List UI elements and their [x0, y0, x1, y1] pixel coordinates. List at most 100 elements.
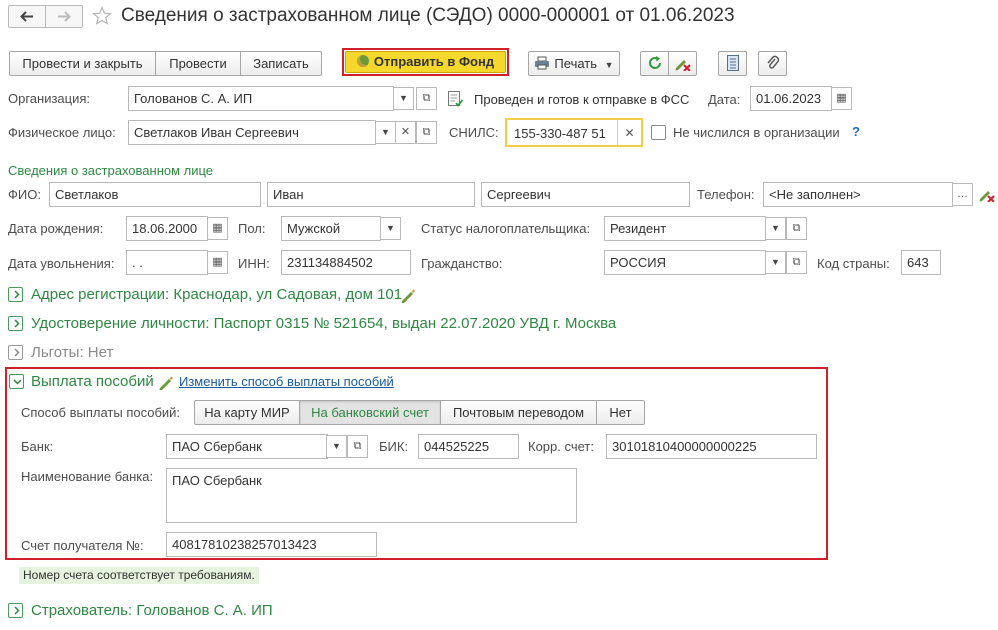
- birth-date-calendar-button[interactable]: ▦: [207, 217, 228, 240]
- bank-name-field[interactable]: ПАО Сбербанк: [166, 468, 577, 523]
- open-window-icon: ⧉: [792, 222, 801, 234]
- list-icon: [726, 55, 739, 71]
- citizenship-field[interactable]: РОССИЯ: [604, 250, 766, 275]
- chevron-right-icon: [14, 348, 20, 357]
- favorite-button[interactable]: [91, 5, 113, 29]
- payment-edit-button[interactable]: [158, 374, 174, 393]
- bik-field[interactable]: 044525225: [418, 434, 519, 459]
- pencil-icon: [159, 376, 173, 390]
- birth-date-label: Дата рождения:: [8, 221, 104, 236]
- gender-label: Пол:: [238, 221, 266, 236]
- document-status-icon: [448, 91, 464, 110]
- date-calendar-button[interactable]: ▦: [831, 87, 852, 110]
- back-button[interactable]: [9, 6, 46, 27]
- payment-method-bank-account[interactable]: На банковский счет: [299, 400, 441, 425]
- middle-name-field[interactable]: Сергеевич: [481, 182, 690, 207]
- send-to-fund-button[interactable]: Отправить в Фонд: [345, 51, 506, 73]
- person-clear-button[interactable]: ✕: [395, 121, 416, 144]
- corr-account-field[interactable]: 30101810400000000225: [606, 434, 817, 459]
- benefits-section-title[interactable]: Льготы: Нет: [31, 344, 113, 362]
- payment-method-mir-card[interactable]: На карту МИР: [194, 400, 300, 425]
- chevron-down-icon: ▼: [771, 223, 780, 233]
- snils-clear-icon[interactable]: ✕: [617, 120, 641, 145]
- refresh-button[interactable]: [640, 51, 669, 76]
- fio-label: ФИО:: [8, 187, 41, 202]
- payment-collapse-button[interactable]: [9, 374, 24, 389]
- pencil-cross-icon: [979, 191, 995, 203]
- bank-field[interactable]: ПАО Сбербанк: [166, 434, 328, 459]
- post-and-close-button[interactable]: Провести и закрыть: [9, 51, 156, 76]
- first-name-field[interactable]: Иван: [267, 182, 475, 207]
- bik-label: БИК:: [379, 439, 409, 454]
- country-code-label: Код страны:: [817, 256, 890, 271]
- clear-registrations-button[interactable]: [668, 51, 697, 76]
- print-label: Печать: [554, 56, 598, 71]
- bank-dropdown-button[interactable]: ▼: [326, 435, 347, 458]
- citizenship-open-button[interactable]: ⧉: [786, 251, 807, 274]
- snils-label: СНИЛС:: [449, 125, 499, 140]
- change-payment-method-link[interactable]: Изменить способ выплаты пособий: [179, 374, 394, 389]
- save-button[interactable]: Записать: [240, 51, 322, 76]
- payment-method-none[interactable]: Нет: [596, 400, 645, 425]
- bank-open-button[interactable]: ⧉: [347, 435, 368, 458]
- inn-field[interactable]: 231134884502: [281, 250, 411, 275]
- bank-name-label: Наименование банка:: [21, 469, 154, 484]
- post-button[interactable]: Провести: [155, 51, 241, 76]
- attach-button[interactable]: [758, 51, 787, 76]
- chevron-down-icon: ▼: [381, 127, 390, 137]
- star-icon: [91, 5, 113, 25]
- snils-value: 155-330-487 51: [514, 126, 606, 141]
- calendar-icon: ▦: [836, 92, 847, 104]
- paperclip-icon: [766, 55, 779, 69]
- organization-open-button[interactable]: ⧉: [416, 87, 437, 110]
- list-button[interactable]: [718, 51, 747, 76]
- phone-select-button[interactable]: …: [952, 183, 973, 206]
- help-icon[interactable]: ?: [852, 124, 860, 140]
- insurer-expand-button[interactable]: [8, 603, 23, 618]
- person-open-button[interactable]: ⧉: [416, 121, 437, 144]
- gender-field[interactable]: Мужской: [281, 216, 381, 241]
- organization-label: Организация:: [8, 91, 91, 106]
- dismissal-date-calendar-button[interactable]: ▦: [207, 251, 228, 274]
- payment-highlight-frame: [5, 367, 828, 560]
- chevron-right-icon: [14, 319, 20, 328]
- person-label: Физическое лицо:: [8, 125, 116, 140]
- benefits-expand-button[interactable]: [8, 345, 23, 360]
- chevron-right-icon: [14, 606, 20, 615]
- tax-status-field[interactable]: Резидент: [604, 216, 766, 241]
- address-edit-button[interactable]: [400, 287, 416, 306]
- phone-edit-button[interactable]: [978, 186, 996, 205]
- payment-section-title[interactable]: Выплата пособий: [31, 373, 154, 391]
- identity-section-title[interactable]: Удостоверение личности: Паспорт 0315 № 5…: [31, 315, 616, 333]
- payment-method-postal[interactable]: Почтовым переводом: [440, 400, 597, 425]
- not-listed-checkbox[interactable]: [651, 125, 666, 140]
- chevron-down-icon: ▼: [399, 93, 408, 103]
- person-field[interactable]: Светлаков Иван Сергеевич: [128, 120, 376, 145]
- birth-date-field[interactable]: 18.06.2000: [126, 216, 208, 241]
- not-listed-label: Не числился в организации: [673, 125, 840, 140]
- pencil-icon: [401, 289, 415, 303]
- organization-dropdown-button[interactable]: ▼: [393, 87, 414, 110]
- person-dropdown-button[interactable]: ▼: [375, 121, 396, 144]
- recipient-account-field[interactable]: 40817810238257013423: [166, 532, 377, 557]
- identity-expand-button[interactable]: [8, 316, 23, 331]
- address-section-title[interactable]: Адрес регистрации: Краснодар, ул Садовая…: [31, 286, 402, 304]
- print-button[interactable]: Печать ▼: [528, 51, 620, 76]
- insurer-section-title[interactable]: Страхователь: Голованов С. А. ИП: [31, 602, 273, 620]
- document-status-text: Проведен и готов к отправке в ФСС: [474, 92, 690, 107]
- forward-button[interactable]: [46, 6, 82, 27]
- last-name-field[interactable]: Светлаков: [49, 182, 261, 207]
- address-expand-button[interactable]: [8, 287, 23, 302]
- snils-field[interactable]: 155-330-487 51 ✕: [505, 118, 643, 147]
- phone-field[interactable]: <Не заполнен>: [763, 182, 953, 207]
- send-to-fund-label: Отправить в Фонд: [373, 54, 495, 69]
- date-field[interactable]: 01.06.2023: [750, 86, 832, 111]
- tax-status-open-button[interactable]: ⧉: [786, 217, 807, 240]
- dismissal-date-field[interactable]: . .: [126, 250, 208, 275]
- gender-dropdown-button[interactable]: ▼: [380, 217, 401, 240]
- organization-field[interactable]: Голованов С. А. ИП: [128, 86, 394, 111]
- open-window-icon: ⧉: [422, 92, 431, 104]
- country-code-field[interactable]: 643: [901, 250, 941, 275]
- tax-status-dropdown-button[interactable]: ▼: [765, 217, 786, 240]
- citizenship-dropdown-button[interactable]: ▼: [765, 251, 786, 274]
